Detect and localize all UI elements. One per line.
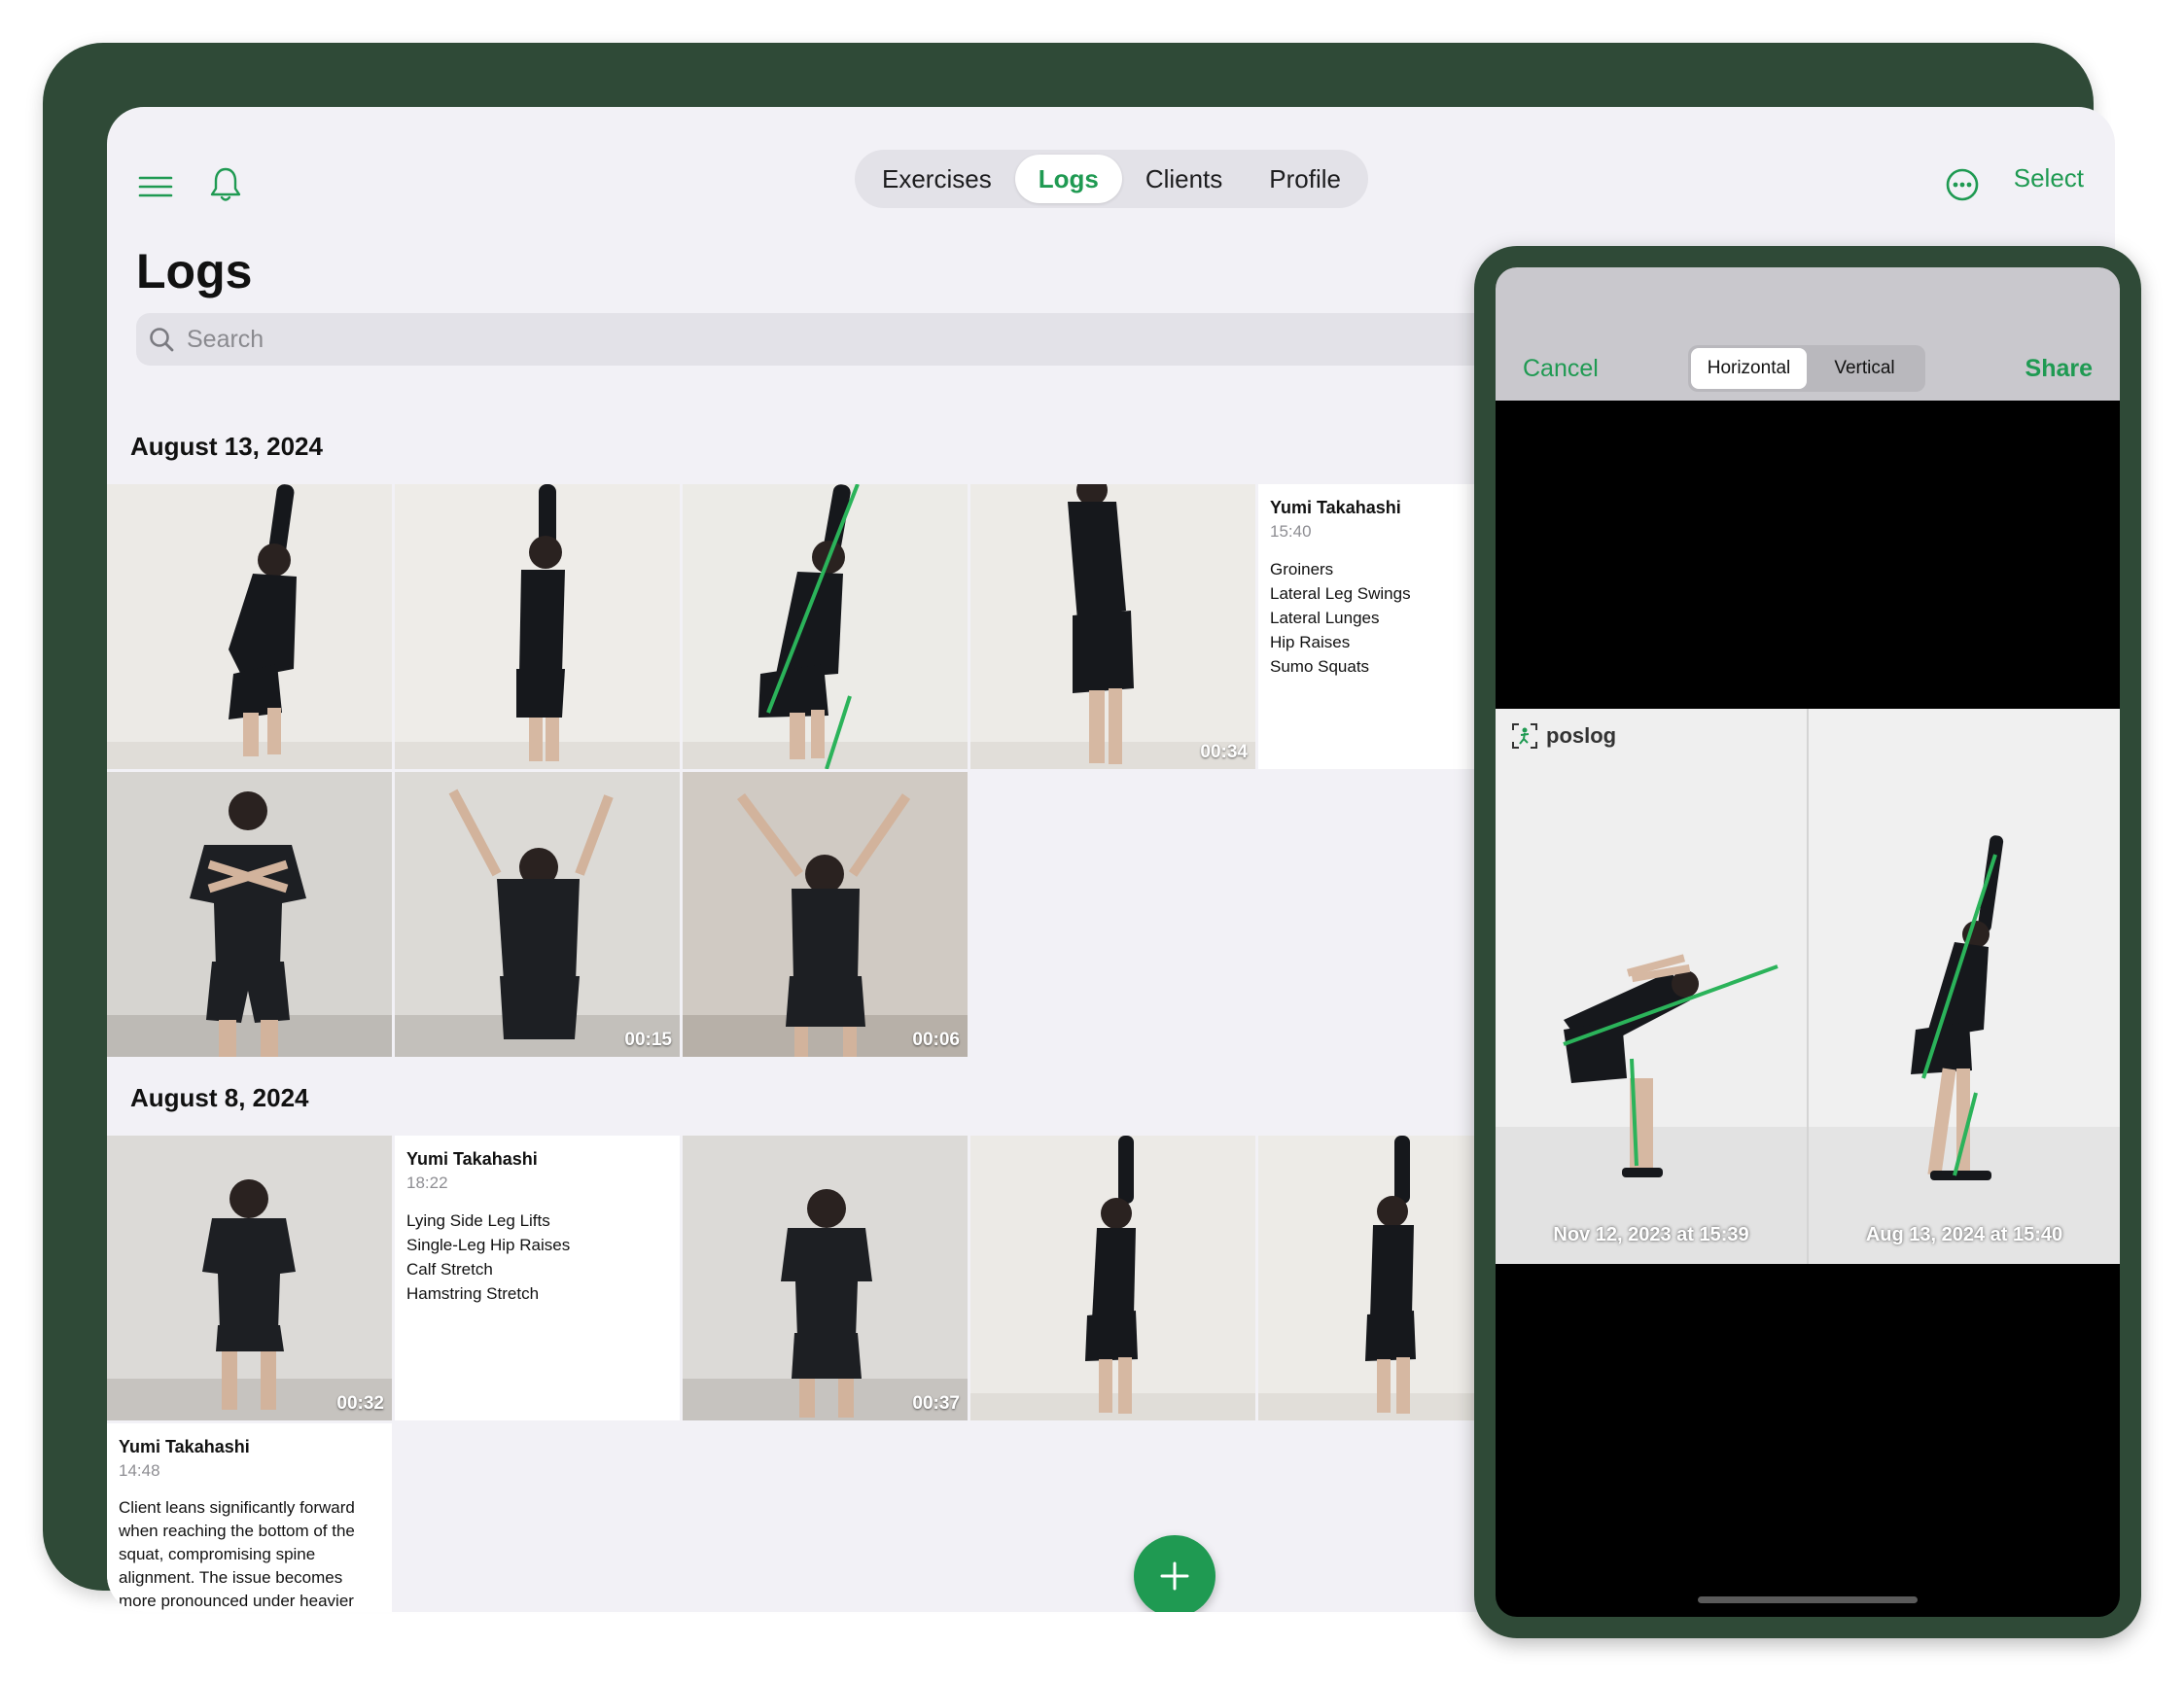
page-title: Logs	[136, 244, 253, 298]
phone-device: Cancel Horizontal Vertical Share poslog …	[1474, 246, 2141, 1638]
share-button[interactable]: Share	[2025, 355, 2093, 383]
video-duration: 00:06	[912, 1030, 960, 1050]
tab-profile[interactable]: Profile	[1246, 155, 1364, 203]
video-thumbnail[interactable]: 00:37	[683, 1136, 968, 1420]
video-thumbnail[interactable]	[395, 484, 680, 769]
section-date: August 8, 2024	[130, 1083, 309, 1112]
video-duration: 00:15	[624, 1030, 672, 1050]
plus-icon	[1160, 1561, 1189, 1591]
tab-exercises[interactable]: Exercises	[859, 155, 1015, 203]
brand-name: poslog	[1546, 723, 1617, 748]
video-thumbnail[interactable]	[107, 484, 392, 769]
section-date: August 13, 2024	[130, 432, 323, 461]
video-thumbnail[interactable]	[683, 484, 968, 769]
select-button[interactable]: Select	[2014, 163, 2084, 193]
log-time: 18:22	[406, 1174, 448, 1192]
home-indicator	[1698, 1596, 1918, 1603]
search-placeholder: Search	[187, 325, 264, 353]
log-note-text: Client leans significantly forward when …	[119, 1498, 355, 1610]
segment-horizontal[interactable]: Horizontal	[1691, 348, 1807, 389]
video-thumbnail[interactable]	[107, 772, 392, 1057]
client-name: Yumi Takahashi	[406, 1149, 538, 1169]
search-icon	[148, 326, 175, 353]
exercise-item: Calf Stretch	[406, 1260, 493, 1279]
video-thumbnail[interactable]: 00:32	[107, 1136, 392, 1420]
exercise-item: Lying Side Leg Lifts	[406, 1211, 550, 1230]
orientation-segmented-control: Horizontal Vertical	[1688, 345, 1925, 392]
bell-icon[interactable]	[206, 163, 245, 206]
tab-clients[interactable]: Clients	[1122, 155, 1246, 203]
add-log-button[interactable]	[1134, 1535, 1215, 1612]
comparison-view: poslog Nov 12, 2023 at 15:39 Aug 13, 202…	[1496, 709, 2120, 1264]
ellipsis-circle-icon[interactable]	[1941, 163, 1984, 206]
exercise-item: Single-Leg Hip Raises	[406, 1236, 571, 1254]
client-name: Yumi Takahashi	[119, 1437, 250, 1456]
tab-logs[interactable]: Logs	[1014, 155, 1122, 203]
exercise-item: Hamstring Stretch	[406, 1284, 540, 1303]
compare-toolbar: Cancel Horizontal Vertical Share	[1496, 267, 2120, 401]
comparison-frame[interactable]: Aug 13, 2024 at 15:40	[1809, 709, 2120, 1264]
main-tab-bar: Exercises Logs Clients Profile	[855, 150, 1368, 208]
phone-screen: Cancel Horizontal Vertical Share poslog …	[1496, 267, 2120, 1617]
log-note-card[interactable]: Yumi Takahashi 18:22 Lying Side Leg Lift…	[395, 1136, 680, 1420]
video-duration: 00:32	[336, 1393, 384, 1414]
video-thumbnail[interactable]: 00:15	[395, 772, 680, 1057]
video-thumbnail[interactable]: 00:34	[970, 484, 1255, 769]
video-thumbnail[interactable]	[970, 1136, 1255, 1420]
search-field[interactable]: Search	[136, 313, 1575, 366]
video-thumbnail[interactable]: 00:06	[683, 772, 968, 1057]
brand-logo: poslog	[1511, 722, 1616, 750]
video-duration: 00:37	[912, 1393, 960, 1414]
frame-timestamp: Nov 12, 2023 at 15:39	[1553, 1224, 1749, 1245]
poslog-logo-icon	[1512, 723, 1537, 749]
video-duration: 00:34	[1200, 742, 1248, 762]
segment-vertical[interactable]: Vertical	[1807, 348, 1922, 389]
frame-timestamp: Aug 13, 2024 at 15:40	[1865, 1224, 2063, 1245]
cancel-button[interactable]: Cancel	[1523, 355, 1599, 383]
hamburger-menu-icon[interactable]	[136, 167, 175, 206]
comparison-frame[interactable]: poslog Nov 12, 2023 at 15:39	[1496, 709, 1807, 1264]
log-time: 14:48	[119, 1461, 160, 1480]
log-note-card[interactable]: Yumi Takahashi 14:48 Client leans signif…	[107, 1423, 392, 1612]
